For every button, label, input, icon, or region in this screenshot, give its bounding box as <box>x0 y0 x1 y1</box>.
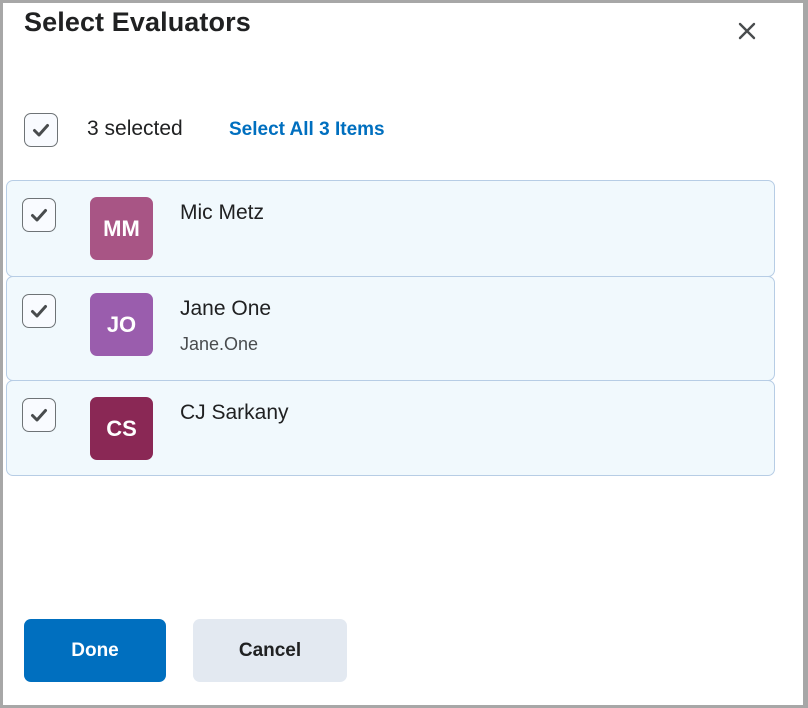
evaluator-name: CJ Sarkany <box>180 401 289 424</box>
done-button[interactable]: Done <box>24 619 166 682</box>
evaluator-checkbox[interactable] <box>22 198 56 232</box>
evaluator-name: Jane One <box>180 297 272 320</box>
checkmark-icon <box>31 305 47 318</box>
select-all-checkbox[interactable] <box>24 113 58 147</box>
cancel-button[interactable]: Cancel <box>193 619 347 682</box>
checkmark-icon <box>31 409 47 422</box>
select-all-link[interactable]: Select All 3 Items <box>229 119 385 141</box>
selected-count: 3 selected <box>87 117 183 140</box>
close-icon <box>738 22 756 40</box>
evaluator-checkbox[interactable] <box>22 398 56 432</box>
evaluator-row[interactable]: MM Mic Metz <box>6 180 775 277</box>
avatar: CS <box>90 397 153 460</box>
evaluator-list: MM Mic Metz JO Jane One Jane.One CS CJ S… <box>6 180 775 476</box>
select-evaluators-dialog: Select Evaluators 3 selected Select All … <box>3 3 805 705</box>
checkmark-icon <box>33 124 49 137</box>
evaluator-row[interactable]: CS CJ Sarkany <box>6 380 775 476</box>
dialog-title: Select Evaluators <box>24 7 251 37</box>
avatar: JO <box>90 293 153 356</box>
checkmark-icon <box>31 209 47 222</box>
evaluator-checkbox[interactable] <box>22 294 56 328</box>
avatar: MM <box>90 197 153 260</box>
evaluator-row[interactable]: JO Jane One Jane.One <box>6 276 775 381</box>
close-button[interactable] <box>731 15 763 47</box>
evaluator-name: Mic Metz <box>180 201 264 224</box>
evaluator-username: Jane.One <box>180 334 259 354</box>
